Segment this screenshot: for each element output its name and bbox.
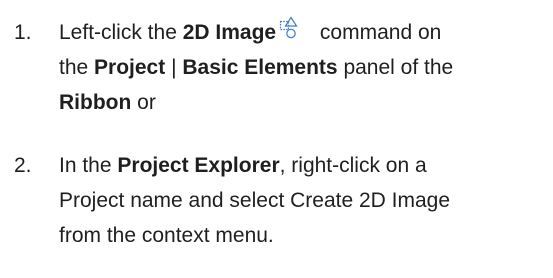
text: or	[131, 91, 156, 114]
step-1-line-1: Left-click the 2D Image command on	[59, 15, 441, 50]
step-number: 1.	[14, 21, 32, 44]
2d-image-icon	[279, 16, 307, 40]
step-1-line-2: the Project | Basic Elements panel of th…	[59, 50, 453, 85]
panel-name: Project Explorer	[117, 154, 280, 177]
text: Left-click the	[59, 21, 183, 44]
text: , right-click on a	[279, 154, 427, 177]
text: In the	[59, 154, 118, 177]
step-number: 2.	[14, 154, 32, 177]
instruction-list: 1. Left-click the 2D Image command on th…	[0, 0, 553, 278]
command-name: 2D Image	[182, 21, 277, 44]
text: panel of the	[337, 56, 454, 79]
step-1-line-3: Ribbon or	[59, 85, 156, 120]
step-2-line-1: In the Project Explorer, right-click on …	[59, 148, 427, 183]
tab-name: Project	[94, 56, 166, 79]
text: the	[59, 56, 95, 79]
step-2-line-3: from the context menu.	[59, 224, 274, 247]
step-2-line-2: Project name and select Create 2D Image	[59, 189, 451, 212]
text: command on	[314, 21, 442, 44]
ribbon-name: Ribbon	[59, 91, 132, 114]
panel-name: Basic Elements	[182, 56, 338, 79]
separator: |	[165, 56, 183, 79]
